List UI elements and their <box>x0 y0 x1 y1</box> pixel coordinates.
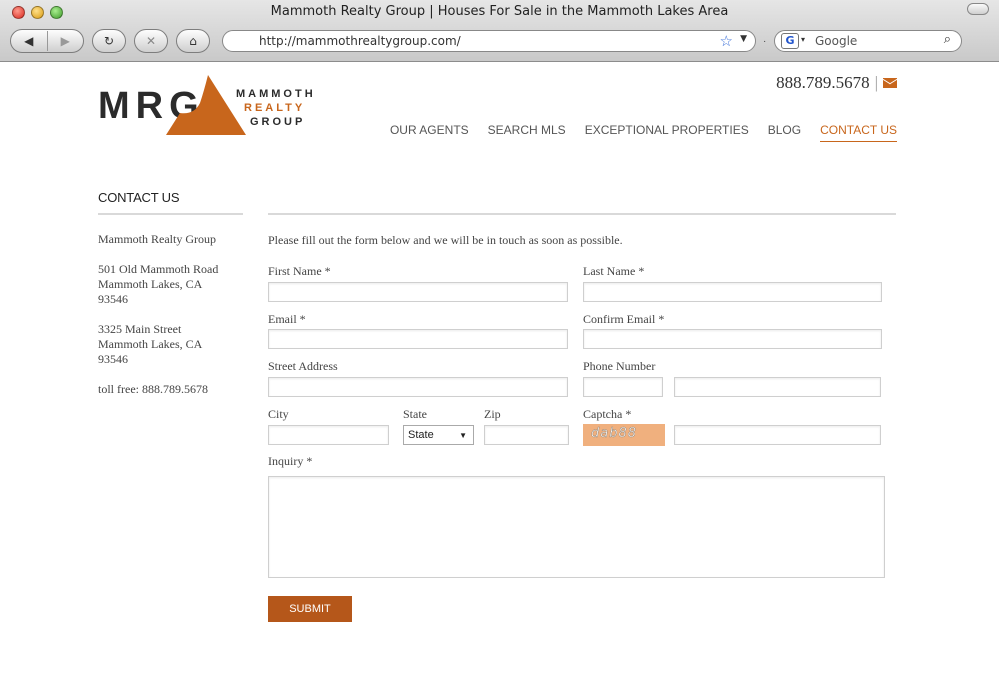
email-field[interactable] <box>268 329 568 349</box>
url-text: http://mammothrealtygroup.com/ <box>259 34 461 48</box>
search-engine-dropdown-icon[interactable]: ▾ <box>801 35 805 44</box>
state-select[interactable]: State ▼ <box>403 425 474 445</box>
sidebar-tollfree: toll free: 888.789.5678 <box>98 382 208 396</box>
zip-field[interactable] <box>484 425 569 445</box>
first-name-field[interactable] <box>268 282 568 302</box>
captcha-label: Captcha * <box>583 407 632 421</box>
nav-exceptional-properties[interactable]: EXCEPTIONAL PROPERTIES <box>585 123 749 142</box>
address-bar[interactable]: http://mammothrealtygroup.com/ ☆ ▼ <box>222 30 756 52</box>
first-name-label: First Name * <box>268 264 331 278</box>
nav-search-mls[interactable]: SEARCH MLS <box>488 123 566 142</box>
state-label: State <box>403 407 427 421</box>
nav-our-agents[interactable]: OUR AGENTS <box>390 123 469 142</box>
search-icon[interactable]: ⌕ <box>944 32 951 47</box>
reload-icon: ↻ <box>103 34 115 48</box>
email-label: Email * <box>268 312 306 326</box>
last-name-field[interactable] <box>583 282 882 302</box>
nav-contact-us[interactable]: CONTACT US <box>820 123 897 142</box>
reload-button[interactable]: ↻ <box>92 29 126 53</box>
nav-blog[interactable]: BLOG <box>768 123 801 142</box>
window-title: Mammoth Realty Group | Houses For Sale i… <box>270 4 729 19</box>
content-divider <box>268 213 896 215</box>
phone-number-field[interactable] <box>674 377 881 397</box>
header-separator: | <box>874 73 878 92</box>
last-name-label: Last Name * <box>583 264 645 278</box>
web-page: MRG MAMMOTH REALTY GROUP 888.789.5678 | … <box>0 63 999 681</box>
stop-button[interactable]: ✕ <box>134 29 168 53</box>
street-address-field[interactable] <box>268 377 568 397</box>
sidebar-company: Mammoth Realty Group <box>98 232 216 246</box>
toolbar-separator: · <box>763 36 767 47</box>
captcha-field[interactable] <box>674 425 881 445</box>
street-address-label: Street Address <box>268 359 338 373</box>
captcha-image: dab88 <box>583 424 665 446</box>
forward-icon[interactable]: ▶ <box>48 34 84 48</box>
home-icon: ⌂ <box>189 34 197 48</box>
sidebar-address-2: 3325 Main Street Mammoth Lakes, CA 93546 <box>98 322 203 366</box>
back-icon[interactable]: ◀ <box>11 34 47 48</box>
zip-label: Zip <box>484 407 501 421</box>
chevron-down-icon: ▼ <box>459 431 467 440</box>
sidebar-title: CONTACT US <box>98 190 180 205</box>
site-logo[interactable]: MRG MAMMOTH REALTY GROUP <box>98 73 328 139</box>
logo-line-2: REALTY <box>244 102 306 114</box>
submit-button[interactable]: SUBMIT <box>268 596 352 622</box>
sidebar-address-1: 501 Old Mammoth Road Mammoth Lakes, CA 9… <box>98 262 219 306</box>
state-select-value: State <box>408 429 434 441</box>
logo-line-3: GROUP <box>250 116 306 128</box>
home-button[interactable]: ⌂ <box>176 29 210 53</box>
form-intro: Please fill out the form below and we wi… <box>268 233 623 247</box>
back-forward-group: ◀ ▶ <box>10 29 84 53</box>
search-bar[interactable]: G ▾ Google ⌕ <box>774 30 962 52</box>
google-icon[interactable]: G <box>781 33 799 49</box>
sidebar-divider <box>98 213 243 215</box>
chevron-down-icon[interactable]: ▼ <box>740 34 747 44</box>
toolbar-toggle-button[interactable] <box>967 3 989 15</box>
logo-wordmark: MAMMOTH REALTY GROUP <box>236 87 316 129</box>
logo-line-1: MAMMOTH <box>236 88 316 100</box>
bookmark-star-icon[interactable]: ☆ <box>720 32 733 50</box>
browser-toolbar: ◀ ▶ ↻ ✕ ⌂ http://mammothrealtygroup.com/… <box>0 28 999 56</box>
logo-mountain-icon <box>166 75 246 135</box>
phone-area-code-field[interactable] <box>583 377 663 397</box>
inquiry-label: Inquiry * <box>268 454 313 468</box>
city-field[interactable] <box>268 425 389 445</box>
contact-sidebar: Mammoth Realty Group 501 Old Mammoth Roa… <box>98 232 248 412</box>
main-nav: OUR AGENTS SEARCH MLS EXCEPTIONAL PROPER… <box>390 123 897 142</box>
confirm-email-field[interactable] <box>583 329 882 349</box>
header-phone[interactable]: 888.789.5678 <box>776 73 870 93</box>
header-contact: 888.789.5678 | <box>776 73 897 93</box>
phone-number-label: Phone Number <box>583 359 656 373</box>
inquiry-textarea[interactable] <box>268 476 885 578</box>
city-label: City <box>268 407 289 421</box>
email-icon[interactable] <box>883 78 897 88</box>
search-placeholder: Google <box>815 34 858 48</box>
stop-icon: ✕ <box>145 34 157 48</box>
browser-chrome: Mammoth Realty Group | Houses For Sale i… <box>0 0 999 62</box>
confirm-email-label: Confirm Email * <box>583 312 665 326</box>
